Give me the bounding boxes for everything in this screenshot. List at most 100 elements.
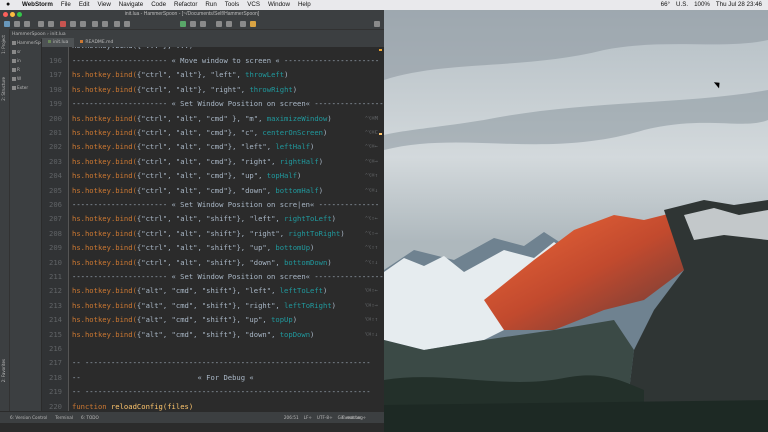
- code-text: function reloadConfig(files): [72, 400, 193, 411]
- forward-icon[interactable]: [124, 21, 130, 27]
- code-line: 214 hs.hotkey.bind({"alt", "cmd", "shift"…: [42, 313, 384, 327]
- redo-icon[interactable]: [48, 21, 54, 27]
- line-number: 218: [49, 372, 62, 382]
- run-icon[interactable]: [180, 21, 186, 27]
- menu-navigate[interactable]: Navigate: [119, 1, 143, 8]
- app-menus: WebStorm File Edit View Navigate Code Refactor…: [22, 0, 319, 10]
- code-line: 197 hs.hotkey.bind({"ctrl", "alt"}, "left…: [42, 68, 384, 82]
- project-tree-item[interactable]: Exter: [10, 83, 41, 92]
- code-text: hs.hotkey.bind({"ctrl", "alt", "shift"},…: [72, 257, 332, 267]
- tab-readme-md[interactable]: README.md: [74, 38, 119, 47]
- handler-function: rightToLeft: [284, 214, 332, 224]
- tool-window-buttons: 6: Version Control Terminal 6: TODO: [10, 412, 107, 423]
- tab-label: README.md: [85, 40, 114, 45]
- status-indicator[interactable]: Git: master ÷: [338, 415, 366, 420]
- search-everywhere-icon[interactable]: [374, 21, 380, 27]
- debug-icon[interactable]: [190, 21, 196, 27]
- handler-function: leftHalf: [275, 142, 311, 152]
- help-icon[interactable]: [250, 21, 256, 27]
- settings-icon[interactable]: [240, 21, 246, 27]
- project-tree-item[interactable]: HammerSpoon: [10, 38, 41, 47]
- menu-edit[interactable]: Edit: [79, 1, 90, 8]
- project-tree-item[interactable]: W: [10, 74, 41, 83]
- menu-refactor[interactable]: Refactor: [174, 1, 197, 8]
- code-line: 205 hs.hotkey.bind({"ctrl", "alt", "cmd"}…: [42, 184, 384, 198]
- menu-window[interactable]: Window: [268, 1, 290, 8]
- project-tool-button[interactable]: 1: Project: [1, 35, 6, 54]
- code-editor[interactable]: hs.hotkey.bind({"..."}, ...) 196 ---------…: [42, 47, 384, 411]
- open-folder-icon[interactable]: [4, 21, 10, 27]
- status-indicator[interactable]: 206:51: [284, 415, 299, 420]
- shortcut-hint: ⌃⌥⌘↓: [364, 187, 378, 194]
- menu-view[interactable]: View: [97, 1, 110, 8]
- api-call: hs.hotkey.bind(: [72, 300, 137, 310]
- status-indicator[interactable]: UTF-8÷: [317, 415, 333, 420]
- shortcut-hint: ⌃⌥⌘←: [364, 144, 378, 151]
- find-icon[interactable]: [92, 21, 98, 27]
- close-window-icon[interactable]: [3, 12, 8, 17]
- menu-file[interactable]: File: [61, 1, 71, 8]
- key-name: "right": [240, 156, 272, 166]
- apple-menu-icon[interactable]: ●: [6, 0, 10, 10]
- menu-status-item[interactable]: 66°: [661, 1, 670, 8]
- project-tree-item[interactable]: in: [10, 56, 41, 65]
- file-icon: [80, 40, 84, 43]
- file-icon: [48, 40, 51, 43]
- tool-window-button[interactable]: 6: Version Control: [10, 415, 47, 420]
- zoom-window-icon[interactable]: [17, 12, 22, 17]
- code-line: 212 hs.hotkey.bind({"alt", "cmd", "shift"…: [42, 284, 384, 298]
- line-number: 210: [49, 257, 62, 267]
- undo-icon[interactable]: [38, 21, 44, 27]
- menu-status-item[interactable]: U.S.: [676, 1, 688, 8]
- menu-code[interactable]: Code: [151, 1, 166, 8]
- code-text: hs.hotkey.bind({"ctrl", "alt"}, "left", …: [72, 70, 289, 80]
- structure-tool-button[interactable]: 2: Structure: [1, 77, 6, 101]
- menu-vcs[interactable]: VCS: [247, 1, 260, 8]
- mountain-scene: [384, 10, 768, 432]
- tool-window-button[interactable]: Terminal: [55, 415, 73, 420]
- minimize-window-icon[interactable]: [10, 12, 15, 17]
- modifiers: {"ctrl", "alt", "cmd"}: [136, 185, 233, 195]
- shortcut-hint: ⌃⌥⇧↑: [364, 245, 378, 252]
- project-tree-item[interactable]: sr: [10, 47, 41, 56]
- tool-window-button[interactable]: 6: TODO: [81, 415, 99, 420]
- replace-icon[interactable]: [102, 21, 108, 27]
- sync-icon[interactable]: [24, 21, 30, 27]
- vcs-commit-icon[interactable]: [226, 21, 232, 27]
- key-name: "left": [245, 286, 272, 296]
- coverage-icon[interactable]: [200, 21, 206, 27]
- back-icon[interactable]: [114, 21, 120, 27]
- favorites-tool-button[interactable]: 2: Favorites: [1, 359, 6, 382]
- window-title: init.lua - HammerSpoon - [~/Documents/Se…: [124, 11, 260, 17]
- code-line: 196 ---------------------- « Move window …: [42, 54, 384, 68]
- menu-status-item[interactable]: Thu Jul 28 23:46: [716, 1, 762, 8]
- menu-tools[interactable]: Tools: [225, 1, 239, 8]
- vcs-update-icon[interactable]: [216, 21, 222, 27]
- key-name: "left": [240, 142, 267, 152]
- code-line: 198 hs.hotkey.bind({"ctrl", "alt"}, "righ…: [42, 83, 384, 97]
- copy-icon[interactable]: [70, 21, 76, 27]
- code-line: 202 hs.hotkey.bind({"ctrl", "alt", "cmd"}…: [42, 140, 384, 154]
- line-number: 204: [49, 171, 62, 181]
- save-icon[interactable]: [14, 21, 20, 27]
- handler-function: rightToRight: [288, 228, 341, 238]
- key-name: "down": [245, 329, 272, 339]
- menu-run[interactable]: Run: [205, 1, 216, 8]
- tab-init-lua[interactable]: init.lua: [42, 38, 75, 47]
- paste-icon[interactable]: [80, 21, 86, 27]
- cut-icon[interactable]: [60, 21, 66, 27]
- project-tree-item[interactable]: R: [10, 65, 41, 74]
- code-text: ---------------------- « Set Window Posi…: [72, 200, 380, 209]
- project-tree-label: W: [17, 76, 22, 81]
- line-number: 201: [49, 128, 62, 137]
- shortcut-hint: ⌥⌘⇧→: [364, 302, 378, 309]
- menu-app-name[interactable]: WebStorm: [22, 1, 53, 8]
- menu-status-item[interactable]: 100%: [694, 1, 710, 8]
- modifiers: {"ctrl", "alt", "cmd" }: [136, 113, 237, 123]
- status-indicator[interactable]: LF÷: [304, 415, 312, 420]
- menu-help[interactable]: Help: [298, 1, 311, 8]
- api-call: hs.hotkey.bind(: [72, 214, 137, 224]
- modifiers: {"ctrl", "alt", "shift"}: [136, 214, 241, 224]
- line-number: 206: [49, 200, 62, 209]
- code-line: 215 hs.hotkey.bind({"alt", "cmd", "shift"…: [42, 328, 384, 342]
